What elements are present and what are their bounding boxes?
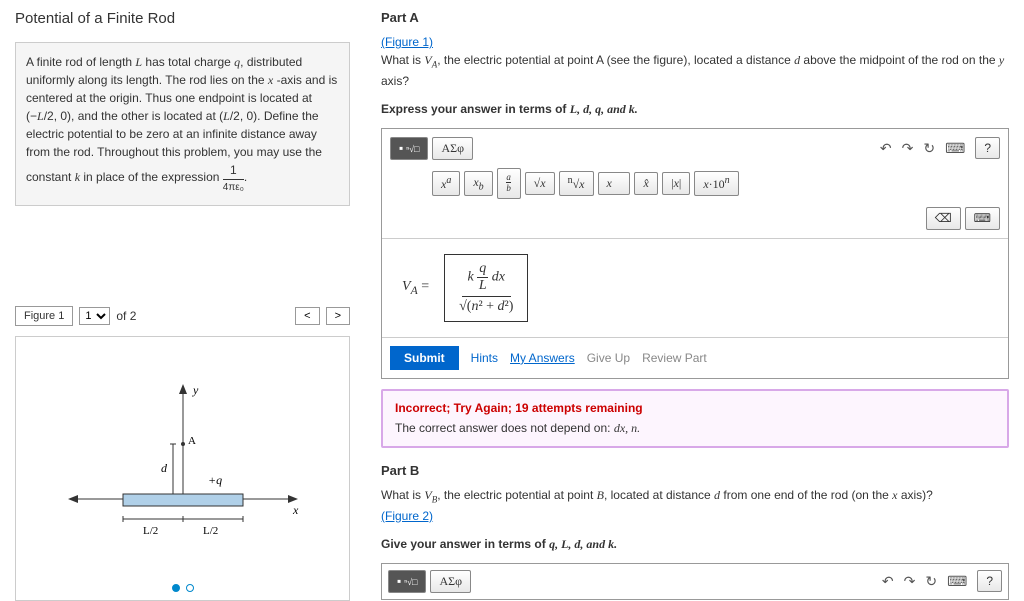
dot-1[interactable] — [172, 584, 180, 592]
part-a-express: Express your answer in terms of L, d, q,… — [381, 100, 1009, 118]
svg-text:A: A — [188, 435, 196, 447]
undo-icon[interactable]: ↶ — [880, 140, 892, 157]
sqrt-button[interactable]: √x — [525, 172, 555, 195]
dot-2[interactable] — [186, 584, 194, 592]
keyboard2-button[interactable]: ⌨ — [965, 207, 1000, 230]
svg-text:x: x — [292, 503, 299, 517]
review-link[interactable]: Review Part — [642, 351, 707, 365]
svg-text:y: y — [192, 383, 199, 397]
feedback-box: Incorrect; Try Again; 19 attempts remain… — [381, 389, 1009, 448]
figure-label: Figure 1 — [15, 306, 73, 326]
figure-count: of 2 — [116, 309, 136, 323]
nroot-button[interactable]: n√x — [559, 171, 594, 196]
templates-button[interactable]: ▪ ⁿ√□ — [390, 137, 428, 160]
svg-text:L/2: L/2 — [203, 525, 218, 537]
subscript-button[interactable]: xb — [464, 171, 492, 196]
submit-button[interactable]: Submit — [390, 346, 459, 370]
redo-icon-b[interactable]: ↷ — [904, 573, 916, 590]
fraction-button[interactable]: ab — [497, 168, 521, 199]
give-up-link[interactable]: Give Up — [587, 351, 630, 365]
my-answers-link[interactable]: My Answers — [510, 351, 575, 365]
help-button[interactable]: ? — [975, 137, 1000, 159]
part-b-question: What is VB, the electric potential at po… — [381, 486, 1009, 525]
symbols-button-b[interactable]: ΑΣφ — [430, 570, 471, 593]
abs-button[interactable]: |x| — [662, 172, 690, 195]
reset-icon-b[interactable]: ↻ — [925, 573, 937, 590]
page-title: Potential of a Finite Rod — [15, 10, 350, 27]
part-a-title: Part A — [381, 10, 1009, 25]
feedback-message: The correct answer does not depend on: d… — [395, 421, 995, 436]
feedback-title: Incorrect; Try Again; 19 attempts remain… — [395, 401, 995, 415]
templates-button-b[interactable]: ▪ ⁿ√□ — [388, 570, 426, 593]
figure-diagram: y x +q A d L/2 L/2 — [53, 369, 313, 569]
equation-toolbar-2: xa xb ab √x n√x x⃗ x̂ |x| x·10n — [382, 168, 1008, 207]
svg-text:+q: +q — [208, 473, 222, 487]
symbols-button[interactable]: ΑΣφ — [432, 137, 473, 160]
figure-prev-button[interactable]: < — [295, 307, 319, 325]
figure-select[interactable]: 1 — [79, 307, 110, 325]
part-b-answer-box: ▪ ⁿ√□ ΑΣφ ↶ ↷ ↻ ⌨ ? — [381, 563, 1009, 600]
figure-1-link[interactable]: (Figure 1) — [381, 35, 433, 49]
part-b-title: Part B — [381, 463, 1009, 478]
equation-toolbar-b: ▪ ⁿ√□ ΑΣφ ↶ ↷ ↻ ⌨ ? — [382, 564, 1008, 599]
keyboard-icon[interactable]: ⌨ — [945, 140, 965, 157]
redo-icon[interactable]: ↷ — [902, 140, 914, 157]
undo-icon-b[interactable]: ↶ — [882, 573, 894, 590]
part-a-answer-box: ▪ ⁿ√□ ΑΣφ ↶ ↷ ↻ ⌨ ? xa xb ab √x n√x x⃗ x… — [381, 128, 1009, 379]
vector-button[interactable]: x⃗ — [598, 172, 631, 195]
part-a-question: (Figure 1) What is VA, the electric pote… — [381, 33, 1009, 90]
part-b-express: Give your answer in terms of q, L, d, an… — [381, 535, 1009, 553]
figure-2-link[interactable]: (Figure 2) — [381, 509, 433, 523]
reset-icon[interactable]: ↻ — [923, 140, 935, 157]
svg-text:L/2: L/2 — [143, 525, 158, 537]
backspace-button[interactable]: ⌫ — [926, 207, 961, 230]
figure-area: y x +q A d L/2 L/2 — [15, 336, 350, 601]
carousel-dots — [172, 584, 194, 592]
answer-fraction[interactable]: k qL dx √(n² + d²) — [444, 254, 528, 322]
help-button-b[interactable]: ? — [977, 570, 1002, 592]
svg-text:d: d — [161, 461, 168, 475]
figure-navigator: Figure 1 1 of 2 < > — [15, 306, 350, 326]
figure-next-button[interactable]: > — [326, 307, 350, 325]
hints-link[interactable]: Hints — [471, 351, 498, 365]
keyboard-icon-b[interactable]: ⌨ — [947, 573, 967, 590]
equation-toolbar: ▪ ⁿ√□ ΑΣφ ↶ ↷ ↻ ⌨ ? — [382, 129, 1008, 168]
hat-button[interactable]: x̂ — [634, 172, 658, 195]
action-bar: Submit Hints My Answers Give Up Review P… — [382, 337, 1008, 378]
superscript-button[interactable]: xa — [432, 171, 460, 196]
answer-input-area[interactable]: VA = k qL dx √(n² + d²) — [382, 238, 1008, 337]
sci-button[interactable]: x·10n — [694, 171, 738, 196]
problem-description: A finite rod of length L has total charg… — [15, 42, 350, 206]
equation-toolbar-3: ⌫ ⌨ — [382, 207, 1008, 238]
